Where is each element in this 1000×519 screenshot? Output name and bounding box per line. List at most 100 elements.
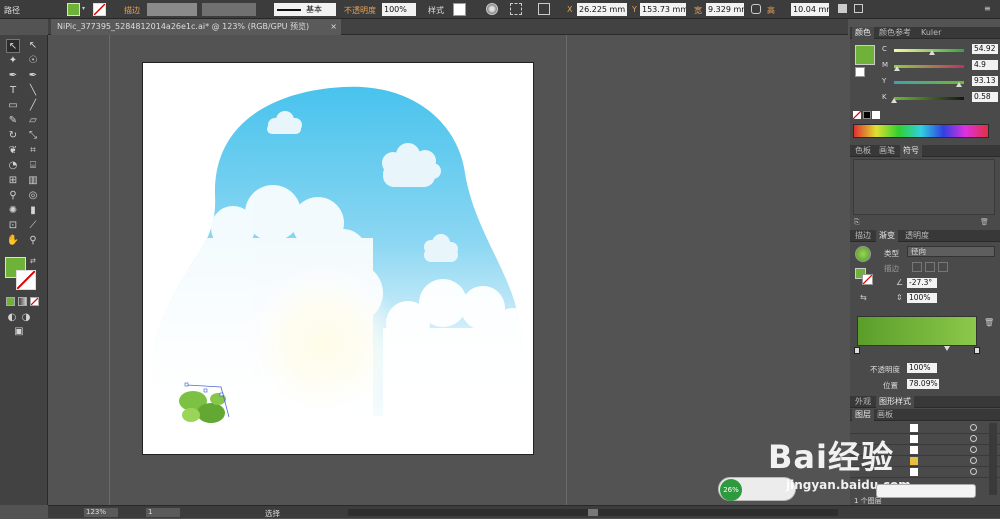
shape-builder-tool-icon[interactable]: ◔: [6, 159, 20, 173]
color-fill-preview[interactable]: [855, 45, 875, 65]
panel-menu-icon[interactable]: [854, 4, 863, 13]
opacity-label[interactable]: 不透明度: [344, 5, 376, 16]
stroke-color-box[interactable]: [16, 270, 36, 290]
channel-y-value[interactable]: 93.13: [972, 76, 998, 86]
brush-definition-dropdown[interactable]: 基本: [274, 3, 336, 16]
layers-scrollbar[interactable]: [989, 423, 997, 495]
stroke-along-icon[interactable]: [925, 262, 935, 272]
draw-behind-icon[interactable]: ◑: [19, 311, 33, 325]
stroke-across-icon[interactable]: [938, 262, 948, 272]
gradient-stroke-swatch[interactable]: [862, 274, 873, 285]
recolor-icon[interactable]: [486, 3, 498, 15]
none-mode-icon[interactable]: [30, 297, 39, 306]
graphic-style-swatch[interactable]: [453, 3, 466, 16]
gradient-mode-icon[interactable]: [18, 297, 27, 306]
artboard[interactable]: [142, 62, 534, 455]
line-tool-icon[interactable]: ╲: [26, 84, 40, 98]
transform-icon[interactable]: [838, 4, 847, 13]
white-color-icon[interactable]: [872, 111, 880, 119]
swap-fill-stroke-icon[interactable]: ⇄: [30, 257, 38, 265]
type-tool-icon[interactable]: T: [6, 84, 20, 98]
stroke-weight-field[interactable]: [147, 3, 197, 16]
y-field[interactable]: 153.73 mm: [640, 3, 686, 16]
eraser-tool-icon[interactable]: ▱: [26, 114, 40, 128]
channel-k-value[interactable]: 0.58: [972, 92, 998, 102]
eyedropper-tool-icon[interactable]: ⚲: [6, 189, 20, 203]
layer-target-icon[interactable]: [970, 457, 977, 464]
channel-y-slider[interactable]: [894, 81, 964, 84]
stroke-label[interactable]: 描边: [124, 5, 140, 16]
gradient-preview-swatch[interactable]: [855, 246, 871, 262]
artboard-navigator[interactable]: 1: [146, 508, 180, 517]
blend-tool-icon[interactable]: ◎: [26, 189, 40, 203]
channel-m-value[interactable]: 4.9: [972, 60, 998, 70]
screen-mode-icon[interactable]: ▣: [12, 325, 26, 339]
x-field[interactable]: 26.225 mm: [577, 3, 627, 16]
slice-tool-icon[interactable]: ⟋: [26, 219, 40, 233]
rectangle-tool-icon[interactable]: ▭: [6, 99, 20, 113]
layer-target-icon[interactable]: [970, 468, 977, 475]
magic-wand-tool-icon[interactable]: ✦: [6, 54, 20, 68]
gradient-angle-field[interactable]: -27.3°: [907, 278, 937, 288]
channel-c-thumb[interactable]: [929, 50, 936, 55]
gradient-aspect-field[interactable]: 100%: [907, 293, 937, 303]
transform-ref-icon[interactable]: [538, 3, 550, 15]
tab-graphic-styles[interactable]: 图形样式: [876, 396, 914, 408]
hand-tool-icon[interactable]: ✋: [6, 234, 20, 248]
lasso-tool-icon[interactable]: ☉: [26, 54, 40, 68]
artboard-tool-icon[interactable]: ⊡: [6, 219, 20, 233]
delete-symbol-icon[interactable]: 🗑: [980, 218, 989, 226]
reverse-gradient-icon[interactable]: ⇆: [860, 293, 867, 302]
tab-transparency[interactable]: 透明度: [902, 230, 932, 242]
symbol-sprayer-tool-icon[interactable]: ✺: [6, 204, 20, 218]
selection-tool-icon[interactable]: ↖: [6, 39, 20, 53]
tab-artboards[interactable]: 画板: [874, 409, 896, 421]
gradient-location-field[interactable]: 78.09%: [907, 379, 939, 389]
free-transform-tool-icon[interactable]: ⌗: [26, 144, 40, 158]
gradient-stop-left[interactable]: [854, 347, 860, 354]
rotate-tool-icon[interactable]: ↻: [6, 129, 20, 143]
tab-layers[interactable]: 图层: [852, 409, 874, 421]
layer-target-icon[interactable]: [970, 446, 977, 453]
horizontal-scrollbar[interactable]: [348, 509, 838, 516]
color-stroke-preview[interactable]: [855, 67, 865, 77]
symbols-list[interactable]: [853, 159, 995, 215]
tab-brushes[interactable]: 画笔: [876, 145, 898, 157]
warp-tool-icon[interactable]: ❦: [6, 144, 20, 158]
curvature-tool-icon[interactable]: ✒: [26, 69, 40, 83]
tab-stroke[interactable]: 描边: [852, 230, 874, 242]
gradient-midpoint[interactable]: [944, 346, 950, 351]
variable-width-dropdown[interactable]: [202, 3, 256, 16]
fill-swatch[interactable]: [67, 3, 80, 16]
fill-dropdown[interactable]: ▾: [82, 5, 88, 13]
scrollbar-thumb[interactable]: [588, 509, 598, 516]
pencil-tool-icon[interactable]: ✎: [6, 114, 20, 128]
layer-target-icon[interactable]: [970, 424, 977, 431]
channel-k-slider[interactable]: [894, 97, 964, 100]
channel-y-thumb[interactable]: [956, 82, 963, 87]
height-field[interactable]: 10.04 mm: [791, 3, 829, 16]
color-spectrum[interactable]: [853, 124, 989, 138]
color-mode-icon[interactable]: [6, 297, 15, 306]
gradient-stop-right[interactable]: [974, 347, 980, 354]
tab-kuler[interactable]: Kuler: [918, 27, 944, 39]
zoom-tool-icon[interactable]: ⚲: [26, 234, 40, 248]
gradient-opacity-field[interactable]: 100%: [907, 363, 937, 373]
channel-k-thumb[interactable]: [891, 98, 898, 103]
tab-color-guide[interactable]: 颜色参考: [876, 27, 914, 39]
tab-swatches[interactable]: 色板: [852, 145, 874, 157]
black-color-icon[interactable]: [863, 111, 871, 119]
gradient-slider[interactable]: [857, 316, 977, 346]
link-proportions-icon[interactable]: [751, 4, 761, 14]
zoom-field[interactable]: 123%: [84, 508, 118, 517]
progress-widget[interactable]: 26%: [718, 477, 796, 501]
align-icon[interactable]: [510, 3, 522, 15]
channel-m-thumb[interactable]: [894, 66, 901, 71]
tab-gradient[interactable]: 渐变: [876, 230, 898, 242]
column-graph-tool-icon[interactable]: ▮: [26, 204, 40, 218]
channel-m-slider[interactable]: [894, 65, 964, 68]
ime-toolbar[interactable]: [876, 484, 976, 498]
opacity-field[interactable]: 100%: [382, 3, 416, 16]
channel-c-value[interactable]: 54.92: [972, 44, 998, 54]
stroke-swatch[interactable]: [93, 3, 106, 16]
